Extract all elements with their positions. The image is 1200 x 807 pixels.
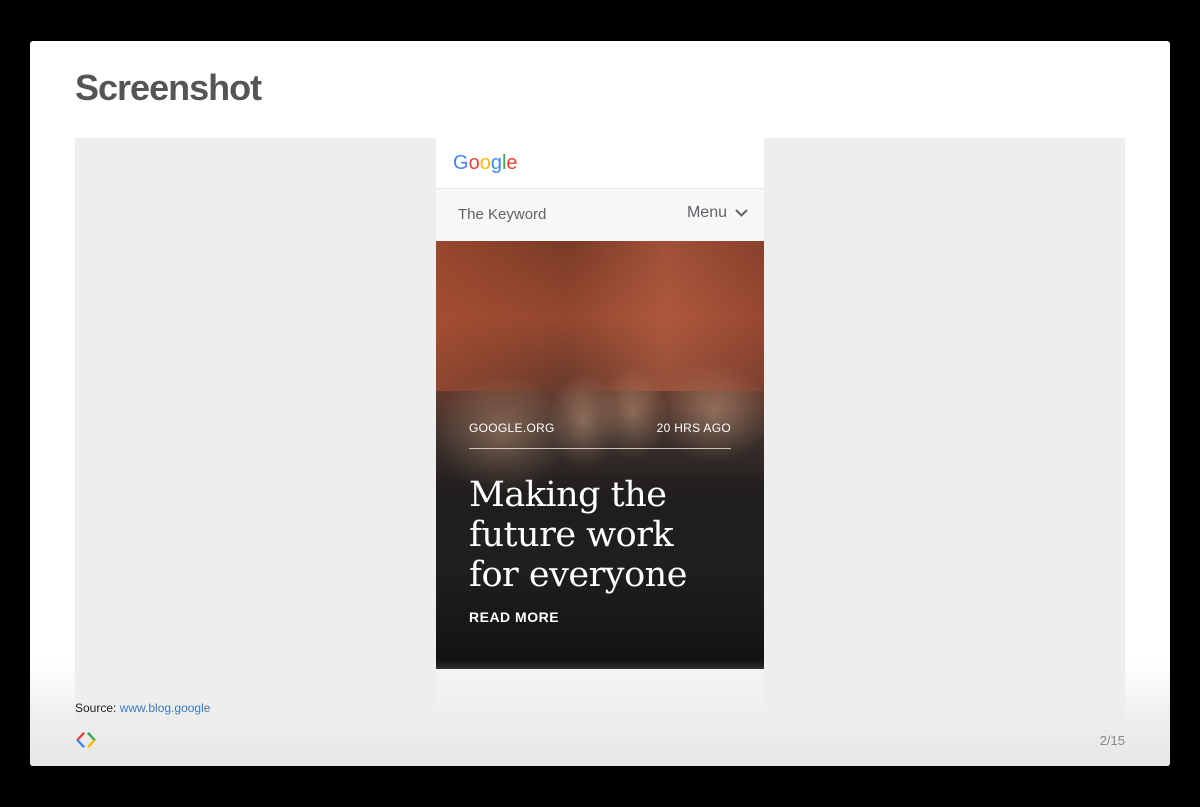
hero-time: 20 HRS AGO: [656, 421, 731, 435]
page-number: 2/15: [1099, 733, 1125, 748]
menu-button[interactable]: Menu: [687, 204, 748, 222]
logo-letter: o: [468, 152, 480, 174]
phone-nav: The Keyword Menu: [436, 189, 764, 241]
screenshot-stage: Google The Keyword Menu GOOGLE.ORG 20 HR…: [75, 138, 1125, 720]
hero-meta: GOOGLE.ORG 20 HRS AGO: [469, 421, 731, 449]
phone-screenshot: Google The Keyword Menu GOOGLE.ORG 20 HR…: [436, 138, 764, 720]
logo-letter: g: [490, 152, 502, 174]
phone-header: Google: [436, 138, 764, 189]
source-link[interactable]: www.blog.google: [120, 701, 211, 715]
hero-card[interactable]: GOOGLE.ORG 20 HRS AGO Making the future …: [436, 241, 764, 669]
hero-headline[interactable]: Making the future work for everyone: [469, 475, 731, 595]
slide: Screenshot Google The Keyword Menu GOOGL…: [30, 41, 1170, 766]
source-label: Source:: [75, 701, 117, 715]
source-line: Source: www.blog.google: [75, 701, 210, 715]
nav-title[interactable]: The Keyword: [458, 206, 546, 223]
logo-letter: G: [453, 152, 469, 174]
hero-content: GOOGLE.ORG 20 HRS AGO Making the future …: [469, 421, 731, 627]
read-more-link[interactable]: READ MORE: [469, 609, 559, 625]
menu-label: Menu: [686, 204, 727, 221]
slide-title: Screenshot: [75, 67, 262, 108]
google-logo[interactable]: Google: [453, 152, 518, 175]
logo-letter: e: [506, 152, 518, 174]
chevron-down-icon: [735, 209, 748, 217]
hero-category[interactable]: GOOGLE.ORG: [469, 421, 555, 435]
logo-letter: o: [479, 152, 491, 174]
google-developers-logo-icon: [76, 732, 96, 748]
